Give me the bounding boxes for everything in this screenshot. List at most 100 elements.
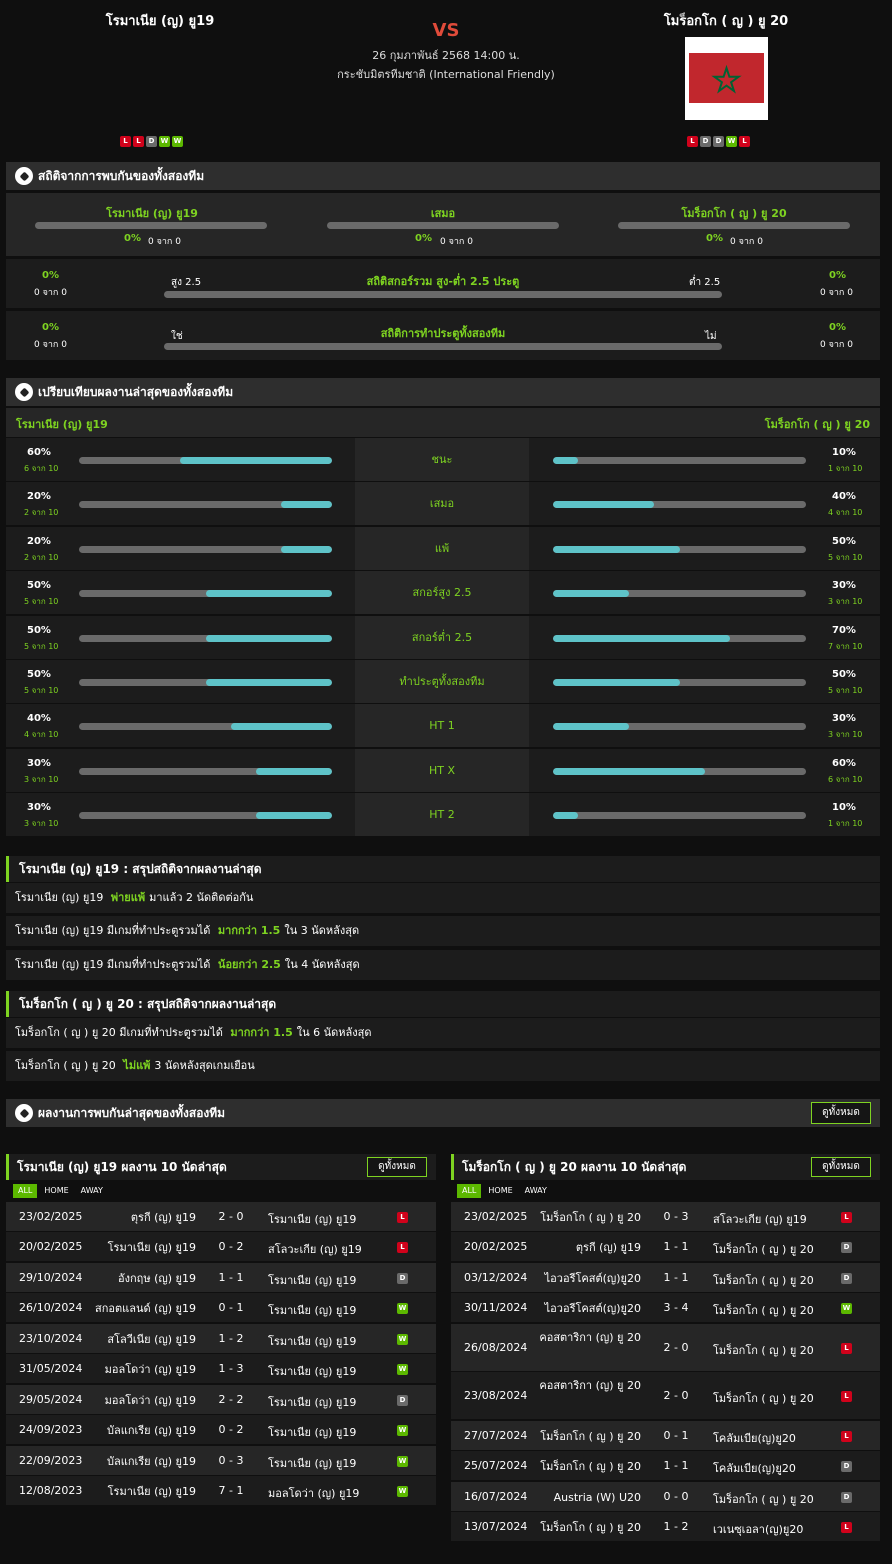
match-score: 1 - 2 <box>218 1332 244 1345</box>
result-badge: D <box>841 1461 852 1472</box>
tab-home[interactable]: HOME <box>39 1184 73 1198</box>
match-row[interactable]: 03/12/2024 ไอวอรีโคสต์(ญ)ยู20 1 - 1 โมร็อกโ… <box>451 1263 880 1292</box>
result-badge: L <box>841 1522 852 1533</box>
match-row[interactable]: 12/08/2023 โรมาเนีย (ญ) ยู19 7 - 1 มอลโดว่า… <box>6 1476 436 1505</box>
home-last10-view-all-button[interactable]: ดูทั้งหมด <box>367 1157 427 1177</box>
compare-right-fill <box>553 545 680 553</box>
summary-pre: โรมาเนีย (ญ) ยู19 มีเกมที่ทำประตูรวมได้ <box>15 958 211 971</box>
match-row[interactable]: 13/07/2024 โมร็อกโก ( ญ ) ยู 20 1 - 2 เวเนซ… <box>451 1512 880 1541</box>
tab-away[interactable]: AWAY <box>76 1184 108 1198</box>
match-home-team[interactable]: คอสตาริกา (ญ) ยู 20 <box>531 1378 641 1394</box>
compare-away-name[interactable]: โมร็อกโก ( ญ ) ยู 20 <box>765 415 870 433</box>
tab-home[interactable]: HOME <box>483 1184 517 1198</box>
form-badge: D <box>713 136 724 147</box>
match-row[interactable]: 16/07/2024 Austria (W) U20 0 - 0 โมร็อกโก (… <box>451 1482 880 1511</box>
match-home-team[interactable]: มอลโดว่า (ญ) ยู19 <box>86 1393 196 1409</box>
match-away-team[interactable]: โรมาเนีย (ญ) ยู19 <box>268 1210 356 1228</box>
match-home-team[interactable]: บัลแกเรีย (ญ) ยู19 <box>86 1454 196 1470</box>
compare-row: 50% 5 จาก 10 สกอร์ต่ำ 2.5 70% 7 จาก 10 <box>6 615 880 660</box>
match-row[interactable]: 31/05/2024 มอลโดว่า (ญ) ยู19 1 - 3 โรมาเนีย… <box>6 1354 436 1383</box>
summary-highlight: มากกว่า 1.5 <box>230 1026 293 1039</box>
match-home-team[interactable]: โมร็อกโก ( ญ ) ยู 20 <box>531 1210 641 1226</box>
compare-label: สกอร์ต่ำ 2.5 <box>355 615 529 659</box>
compare-label: HT 2 <box>355 793 529 837</box>
match-home-team[interactable]: ไอวอรีโคสต์(ญ)ยู20 <box>531 1271 641 1287</box>
away-last10-header: โมร็อกโก ( ญ ) ยู 20 ผลงาน 10 นัดล่าสุด … <box>451 1154 880 1180</box>
match-away-team[interactable]: โรมาเนีย (ญ) ยู19 <box>268 1301 356 1319</box>
match-away-team[interactable]: โคลัมเบีย(ญ)ยู20 <box>713 1459 796 1477</box>
match-home-team[interactable]: สกอตแลนด์ (ญ) ยู19 <box>86 1301 196 1317</box>
match-home-team[interactable]: โมร็อกโก ( ญ ) ยู 20 <box>531 1429 641 1445</box>
match-home-team[interactable]: สโลวีเนีย (ญ) ยู19 <box>86 1332 196 1348</box>
match-row[interactable]: 27/07/2024 โมร็อกโก ( ญ ) ยู 20 0 - 1 โคลัม… <box>451 1421 880 1450</box>
match-home-team[interactable]: บัลแกเรีย (ญ) ยู19 <box>86 1423 196 1439</box>
match-date: 26 กุมภาพันธ์ 2568 14:00 น. <box>372 49 520 62</box>
compare-left-pct: 60% <box>27 447 51 458</box>
match-row[interactable]: 25/07/2024 โมร็อกโก ( ญ ) ยู 20 1 - 1 โคลัม… <box>451 1451 880 1480</box>
match-row[interactable]: 29/10/2024 อังกฤษ (ญ) ยู19 1 - 1 โรมาเนีย (… <box>6 1263 436 1292</box>
match-home-team[interactable]: อังกฤษ (ญ) ยู19 <box>86 1271 196 1287</box>
match-away-team[interactable]: โคลัมเบีย(ญ)ยู20 <box>713 1429 796 1447</box>
match-home-team[interactable]: ตุรกี (ญ) ยู19 <box>531 1240 641 1256</box>
summary-post: ใน 6 นัดหลังสุด <box>296 1026 372 1039</box>
match-row[interactable]: 23/02/2025 โมร็อกโก ( ญ ) ยู 20 0 - 3 สโลวะ… <box>451 1202 880 1231</box>
match-away-team[interactable]: มอลโดว่า (ญ) ยู19 <box>268 1484 359 1502</box>
compare-left-fill <box>281 501 332 509</box>
match-score: 1 - 1 <box>663 1271 689 1284</box>
btts-right-pct: 0% <box>829 322 846 333</box>
match-home-team[interactable]: Austria (W) U20 <box>531 1490 641 1506</box>
match-away-team[interactable]: โมร็อกโก ( ญ ) ยู 20 <box>713 1341 814 1359</box>
match-away-team[interactable]: โมร็อกโก ( ญ ) ยู 20 <box>713 1240 814 1258</box>
match-row[interactable]: 30/11/2024 ไอวอรีโคสต์(ญ)ยู20 3 - 4 โมร็อกโ… <box>451 1293 880 1322</box>
match-row[interactable]: 23/08/2024 คอสตาริกา (ญ) ยู 20 2 - 0 โมร็อก… <box>451 1372 880 1419</box>
match-score: 1 - 1 <box>663 1240 689 1253</box>
away-last10-view-all-button[interactable]: ดูทั้งหมด <box>811 1157 871 1177</box>
match-row[interactable]: 24/09/2023 บัลแกเรีย (ญ) ยู19 0 - 2 โรมาเนี… <box>6 1415 436 1444</box>
match-away-team[interactable]: โรมาเนีย (ญ) ยู19 <box>268 1271 356 1289</box>
match-row[interactable]: 22/09/2023 บัลแกเรีย (ญ) ยู19 0 - 3 โรมาเนี… <box>6 1446 436 1475</box>
match-row[interactable]: 20/02/2025 โรมาเนีย (ญ) ยู19 0 - 2 สโลวะเกี… <box>6 1232 436 1261</box>
match-home-team[interactable]: ตุรกี (ญ) ยู19 <box>86 1210 196 1226</box>
match-date: 22/09/2023 <box>19 1454 83 1467</box>
match-row[interactable]: 23/02/2025 ตุรกี (ญ) ยู19 2 - 0 โรมาเนีย (ญ… <box>6 1202 436 1231</box>
match-away-team[interactable]: โมร็อกโก ( ญ ) ยู 20 <box>713 1301 814 1319</box>
match-away-team[interactable]: โมร็อกโก ( ญ ) ยู 20 <box>713 1389 814 1407</box>
tab-all[interactable]: ALL <box>457 1184 482 1198</box>
compare-right-fill <box>553 590 629 598</box>
match-away-team[interactable]: โรมาเนีย (ญ) ยู19 <box>268 1393 356 1411</box>
match-home-team[interactable]: โมร็อกโก ( ญ ) ยู 20 <box>531 1459 641 1475</box>
match-away-team[interactable]: โรมาเนีย (ญ) ยู19 <box>268 1423 356 1441</box>
match-row[interactable]: 20/02/2025 ตุรกี (ญ) ยู19 1 - 1 โมร็อกโก ( … <box>451 1232 880 1261</box>
h2h-view-all-button[interactable]: ดูทั้งหมด <box>811 1102 871 1124</box>
h2h-home-sub: 0 จาก 0 <box>148 237 181 247</box>
match-away-team[interactable]: โรมาเนีย (ญ) ยู19 <box>268 1332 356 1350</box>
tab-away[interactable]: AWAY <box>520 1184 552 1198</box>
match-away-team[interactable]: สโลวะเกีย (ญ) ยู19 <box>713 1210 807 1228</box>
match-away-team[interactable]: โรมาเนีย (ญ) ยู19 <box>268 1362 356 1380</box>
match-home-team[interactable]: โรมาเนีย (ญ) ยู19 <box>86 1240 196 1256</box>
compare-home-name[interactable]: โรมาเนีย (ญ) ยู19 <box>16 415 108 433</box>
match-home-team[interactable]: คอสตาริกา (ญ) ยู 20 <box>531 1330 641 1346</box>
match-away-team[interactable]: โรมาเนีย (ญ) ยู19 <box>268 1454 356 1472</box>
compare-left-pct: 50% <box>27 669 51 680</box>
match-away-team[interactable]: โมร็อกโก ( ญ ) ยู 20 <box>713 1271 814 1289</box>
match-row[interactable]: 26/08/2024 คอสตาริกา (ญ) ยู 20 2 - 0 โมร็อก… <box>451 1324 880 1371</box>
compare-label: แพ้ <box>355 526 529 570</box>
match-away-team[interactable]: สโลวะเกีย (ญ) ยู19 <box>268 1240 362 1258</box>
match-away-team[interactable]: โมร็อกโก ( ญ ) ยู 20 <box>713 1490 814 1508</box>
match-home-team[interactable]: มอลโดว่า (ญ) ยู19 <box>86 1362 196 1378</box>
match-row[interactable]: 23/10/2024 สโลวีเนีย (ญ) ยู19 1 - 2 โรมาเนี… <box>6 1324 436 1353</box>
summary-pre: โรมาเนีย (ญ) ยู19 <box>15 891 104 904</box>
result-badge: W <box>397 1334 408 1345</box>
home-team-name[interactable]: โรมาเนีย (ญ) ยู19 <box>60 10 260 31</box>
match-row[interactable]: 26/10/2024 สกอตแลนด์ (ญ) ยู19 0 - 1 โรมาเนี… <box>6 1293 436 1322</box>
tab-all[interactable]: ALL <box>13 1184 38 1198</box>
match-home-team[interactable]: โมร็อกโก ( ญ ) ยู 20 <box>531 1520 641 1536</box>
compare-label: เสมอ <box>355 482 529 526</box>
match-row[interactable]: 29/05/2024 มอลโดว่า (ญ) ยู19 2 - 2 โรมาเนีย… <box>6 1385 436 1414</box>
match-home-team[interactable]: ไอวอรีโคสต์(ญ)ยู20 <box>531 1301 641 1317</box>
match-home-team[interactable]: โรมาเนีย (ญ) ยู19 <box>86 1484 196 1500</box>
home-form: LLDWW <box>119 133 184 147</box>
away-team-name[interactable]: โมร็อกโก ( ญ ) ยู 20 <box>626 10 826 31</box>
match-away-team[interactable]: เวเนซุเอลา(ญ)ยู20 <box>713 1520 803 1538</box>
